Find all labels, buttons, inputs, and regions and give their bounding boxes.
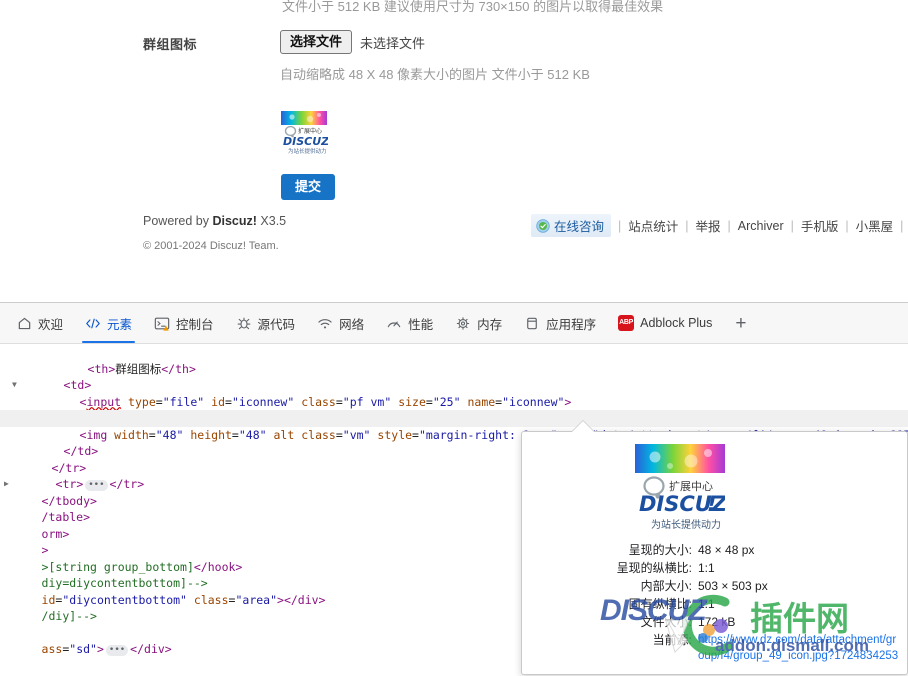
tab-label: 源代码 [257, 317, 296, 332]
banner-size-note: 文件小于 512 KB 建议使用尺寸为 730×150 的图片以取得最佳效果 [282, 0, 664, 14]
add-panel-button[interactable]: + [723, 314, 758, 333]
svg-text:为站长提供动力: 为站长提供动力 [288, 147, 327, 155]
discuz-logo-icon: 扩展中心 DISCUZ! 为站长提供动力 [280, 110, 328, 158]
footer-separator: | [845, 218, 849, 233]
tab-label: 内存 [477, 317, 503, 332]
tab-elements[interactable]: 元素 [74, 303, 143, 343]
powered-brand: Discuz! [212, 214, 257, 228]
file-status-text: 未选择文件 [360, 35, 426, 51]
footer-link-report[interactable]: 举报 [696, 216, 721, 235]
footer-separator: | [685, 218, 689, 233]
bug-icon [236, 316, 252, 331]
devtools-tabbar: 欢迎 元素 控制台 源代码 网络 性能 内存 应用程序 ABP Adblock … [0, 303, 908, 344]
tab-sources[interactable]: 源代码 [225, 303, 307, 343]
tooltip-arrow [572, 421, 594, 432]
powered-prefix: Powered by [143, 214, 213, 228]
image-preview-tooltip: 扩展中心 DISCUZ ! 为站长提供动力 呈现的大小: 48 × 48 px … [521, 431, 908, 675]
console-icon [154, 316, 170, 331]
tooltip-details: 呈现的大小: 48 × 48 px 呈现的纵横比: 1:1 内部大小: 503 … [522, 542, 907, 665]
site-footer: Powered by Discuz! X3.5 © 2001-2024 Disc… [0, 206, 908, 266]
gauge-icon [386, 316, 402, 331]
tab-label: 性能 [408, 317, 434, 332]
group-icon-label: 群组图标 [143, 37, 198, 52]
tooltip-value: 1:1 [698, 561, 715, 575]
abp-icon: ABP [618, 315, 635, 331]
tooltip-value-url: https://www.dz.com/data/attachment/group… [698, 634, 899, 662]
svg-text:扩展中心: 扩展中心 [298, 127, 322, 135]
online-consult-button[interactable]: 在线咨询 [531, 214, 612, 237]
tooltip-key: 文件大小: [640, 615, 692, 629]
powered-by-text: Powered by Discuz! X3.5 [143, 214, 286, 228]
tab-label: Adblock Plus [640, 316, 713, 330]
tab-network[interactable]: 网络 [306, 303, 375, 343]
tab-label: 元素 [107, 317, 133, 332]
home-icon [17, 316, 32, 331]
tab-application[interactable]: 应用程序 [513, 303, 607, 343]
tab-adblock-plus[interactable]: ABP Adblock Plus [607, 303, 723, 343]
code-brackets-icon [85, 316, 101, 331]
submit-button[interactable]: 提交 [281, 174, 336, 200]
tab-memory[interactable]: 内存 [444, 303, 513, 343]
dom-line[interactable]: <th>群组图标</th> [0, 344, 908, 376]
tooltip-row: 文件大小: 172 kB [522, 614, 907, 631]
svg-text:扩展中心: 扩展中心 [669, 479, 713, 493]
tab-label: 应用程序 [546, 317, 597, 332]
tooltip-row: 当前源: https://www.dz.com/data/attachment/… [522, 632, 907, 664]
tooltip-value: 172 kB [698, 615, 736, 629]
chip-icon [455, 316, 471, 331]
tooltip-value: 503 × 503 px [698, 579, 768, 593]
online-consult-label: 在线咨询 [554, 220, 605, 234]
tooltip-key: 当前源: [652, 633, 692, 647]
tab-label: 欢迎 [38, 317, 64, 332]
group-icon-thumbnail: 扩展中心 DISCUZ! 为站长提供动力 [280, 110, 328, 158]
dom-line[interactable]: <input type="file" id="iconnew" class="p… [0, 377, 908, 409]
group-icon-file-control: 选择文件 未选择文件 [280, 30, 425, 54]
footer-links: 在线咨询 | 站点统计 | 举报 | Archiver | 手机版 | 小黑屋 … [531, 214, 908, 237]
group-icon-hint: 自动缩略成 48 X 48 像素大小的图片 文件小于 512 KB [280, 67, 590, 82]
footer-link-site-stats[interactable]: 站点统计 [628, 216, 678, 235]
tooltip-row: 固有纵横比: 1:1 [522, 596, 907, 613]
svg-text:为站长提供动力: 为站长提供动力 [651, 518, 721, 531]
wifi-icon [317, 316, 333, 331]
webpage-content: 文件小于 512 KB 建议使用尺寸为 730×150 的图片以取得最佳效果 群… [0, 0, 908, 302]
tooltip-value: 1:1 [698, 597, 715, 611]
tooltip-row: 内部大小: 503 × 503 px [522, 578, 907, 595]
tooltip-value: 48 × 48 px [698, 543, 755, 557]
database-icon [524, 316, 540, 331]
footer-link-blacklist[interactable]: 小黑屋 [856, 216, 894, 235]
footer-separator: | [727, 218, 731, 233]
footer-separator: | [618, 218, 622, 233]
footer-separator: | [900, 218, 904, 233]
dom-line[interactable]: ▼ <td> [0, 361, 908, 392]
footer-link-mobile[interactable]: 手机版 [801, 216, 839, 235]
copyright-text: © 2001-2024 Discuz! Team. [143, 240, 279, 252]
tooltip-image-preview: 扩展中心 DISCUZ ! 为站长提供动力 [635, 444, 728, 534]
discuz-logo-icon: 扩展中心 DISCUZ ! 为站长提供动力 [635, 444, 728, 534]
tooltip-key: 呈现的大小: [628, 543, 692, 557]
tab-console[interactable]: 控制台 [143, 303, 225, 343]
svg-text:DISCUZ!: DISCUZ! [283, 135, 328, 148]
footer-separator: | [790, 218, 794, 233]
headset-icon [536, 218, 550, 233]
tooltip-row: 呈现的大小: 48 × 48 px [522, 542, 907, 559]
tooltip-row: 呈现的纵横比: 1:1 [522, 560, 907, 577]
tooltip-key: 呈现的纵横比: [616, 561, 692, 575]
tooltip-key: 固有纵横比: [628, 597, 692, 611]
tab-label: 控制台 [176, 317, 214, 332]
powered-version: X3.5 [256, 214, 287, 228]
dom-line[interactable]: <p class="d"> 自动缩略成 48 X 48 像素大小的图片 &nbs… [0, 394, 908, 425]
svg-text:!: ! [707, 492, 717, 516]
choose-file-button[interactable]: 选择文件 [280, 30, 353, 54]
footer-link-archiver[interactable]: Archiver [738, 219, 784, 233]
tab-welcome[interactable]: 欢迎 [6, 303, 74, 343]
tooltip-key: 内部大小: [640, 579, 692, 593]
dom-line-selected[interactable]: <img width="48" height="48" alt class="v… [0, 410, 908, 442]
tab-performance[interactable]: 性能 [375, 303, 444, 343]
tab-label: 网络 [339, 317, 365, 332]
